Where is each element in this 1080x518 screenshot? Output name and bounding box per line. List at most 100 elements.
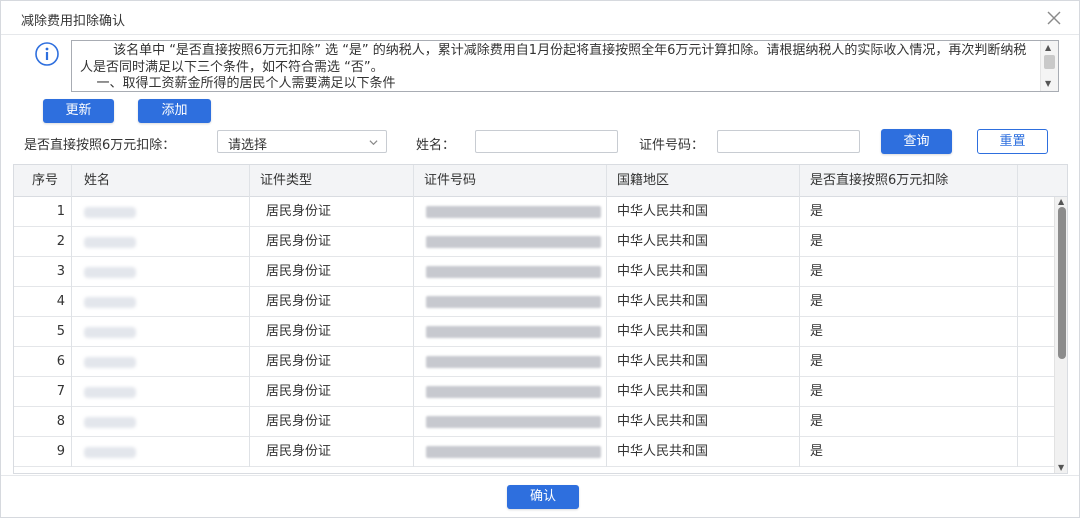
table-header: 序号 姓名 证件类型 证件号码 国籍地区 是否直接按照6万元扣除 [14, 165, 1067, 197]
masked-id-number [426, 326, 601, 338]
row-number: 9 [14, 437, 72, 467]
scroll-up-icon[interactable]: ▲ [1045, 43, 1051, 52]
row-id-number-masked [414, 257, 607, 287]
row-id-type: 居民身份证 [250, 377, 414, 407]
row-region: 中华人民共和国 [607, 347, 800, 377]
notice-textarea[interactable]: 该名单中 “是否直接按照6万元扣除” 选 “是” 的纳税人，累计减除费用自1月份… [71, 40, 1059, 92]
table-row[interactable]: 6 居民身份证 中华人民共和国是 [14, 347, 1054, 377]
direct-deduction-label: 是否直接按照6万元扣除： [24, 138, 176, 153]
reset-button[interactable]: 重置 [977, 129, 1048, 154]
table-scroll-thumb[interactable] [1058, 207, 1066, 359]
row-id-type: 居民身份证 [250, 287, 414, 317]
table-row[interactable]: 1 居民身份证 中华人民共和国是 [14, 197, 1054, 227]
row-id-type: 居民身份证 [250, 317, 414, 347]
notice-scroll-thumb[interactable] [1044, 55, 1055, 69]
column-header-region: 国籍地区 [607, 165, 800, 197]
row-id-number-masked [414, 227, 607, 257]
table-row[interactable]: 7 居民身份证 中华人民共和国是 [14, 377, 1054, 407]
row-number: 8 [14, 407, 72, 437]
table-row[interactable]: 3 居民身份证 中华人民共和国是 [14, 257, 1054, 287]
add-button[interactable]: 添加 [138, 99, 211, 123]
update-button[interactable]: 更新 [43, 99, 114, 123]
masked-id-number [426, 206, 601, 218]
direct-deduction-value: 请选择 [228, 138, 268, 153]
row-id-type: 居民身份证 [250, 437, 414, 467]
query-button[interactable]: 查询 [881, 129, 952, 154]
name-label: 姓名： [416, 138, 456, 153]
row-direct-deduction: 是 [800, 407, 1018, 437]
masked-name [84, 387, 136, 398]
row-id-number-masked [414, 347, 607, 377]
confirm-button[interactable]: 确认 [507, 485, 579, 509]
masked-id-number [426, 386, 601, 398]
row-id-number-masked [414, 317, 607, 347]
row-region: 中华人民共和国 [607, 287, 800, 317]
row-name-masked [72, 227, 250, 257]
row-direct-deduction: 是 [800, 197, 1018, 227]
column-header-direct-deduction: 是否直接按照6万元扣除 [800, 165, 1018, 197]
scroll-up-icon[interactable]: ▲ [1058, 197, 1064, 206]
column-header-id-number: 证件号码 [414, 165, 607, 197]
row-number: 6 [14, 347, 72, 377]
dialog-title: 减除费用扣除确认 [21, 14, 126, 29]
row-number: 2 [14, 227, 72, 257]
row-id-number-masked [414, 377, 607, 407]
row-direct-deduction: 是 [800, 377, 1018, 407]
row-direct-deduction: 是 [800, 347, 1018, 377]
column-header-name: 姓名 [72, 165, 250, 197]
direct-deduction-select[interactable]: 请选择 [217, 130, 387, 153]
table-row[interactable]: 4 居民身份证 中华人民共和国是 [14, 287, 1054, 317]
id-number-input[interactable] [717, 130, 860, 153]
row-direct-deduction: 是 [800, 317, 1018, 347]
row-name-masked [72, 347, 250, 377]
masked-id-number [426, 266, 601, 278]
row-id-number-masked [414, 287, 607, 317]
row-name-masked [72, 317, 250, 347]
row-number: 5 [14, 317, 72, 347]
table-row[interactable]: 2 居民身份证 中华人民共和国是 [14, 227, 1054, 257]
row-name-masked [72, 197, 250, 227]
row-number: 7 [14, 377, 72, 407]
row-number: 4 [14, 287, 72, 317]
table-row[interactable]: 5 居民身份证 中华人民共和国是 [14, 317, 1054, 347]
footer-divider [1, 475, 1079, 476]
table-row[interactable]: 9 居民身份证 中华人民共和国是 [14, 437, 1054, 467]
row-region: 中华人民共和国 [607, 377, 800, 407]
scroll-down-icon[interactable]: ▼ [1058, 463, 1064, 472]
row-name-masked [72, 287, 250, 317]
row-direct-deduction: 是 [800, 227, 1018, 257]
row-id-type: 居民身份证 [250, 407, 414, 437]
row-direct-deduction: 是 [800, 437, 1018, 467]
column-header-no: 序号 [14, 165, 72, 197]
table-row[interactable]: 8 居民身份证 中华人民共和国是 [14, 407, 1054, 437]
masked-id-number [426, 446, 601, 458]
masked-name [84, 357, 136, 368]
row-region: 中华人民共和国 [607, 407, 800, 437]
id-number-label: 证件号码： [639, 138, 705, 153]
masked-id-number [426, 416, 601, 428]
row-direct-deduction: 是 [800, 287, 1018, 317]
row-id-type: 居民身份证 [250, 227, 414, 257]
scroll-down-icon[interactable]: ▼ [1045, 79, 1051, 88]
masked-name [84, 447, 136, 458]
masked-id-number [426, 356, 601, 368]
column-header-id-type: 证件类型 [250, 165, 414, 197]
deduction-confirm-dialog: 减除费用扣除确认 该名单中 “是否直接按照6万元扣除” 选 “是” 的纳税人，累… [0, 0, 1080, 518]
row-region: 中华人民共和国 [607, 317, 800, 347]
row-id-number-masked [414, 437, 607, 467]
close-icon[interactable] [1045, 9, 1063, 27]
row-region: 中华人民共和国 [607, 257, 800, 287]
taxpayer-table: 序号 姓名 证件类型 证件号码 国籍地区 是否直接按照6万元扣除 1 居民身份证中… [13, 164, 1068, 474]
dialog-title-bar: 减除费用扣除确认 [1, 1, 1079, 35]
table-scrollbar[interactable]: ▲ ▼ [1054, 197, 1067, 473]
notice-scrollbar[interactable]: ▲ ▼ [1040, 41, 1058, 91]
row-name-masked [72, 377, 250, 407]
row-id-type: 居民身份证 [250, 347, 414, 377]
info-icon [35, 42, 59, 66]
masked-name [84, 327, 136, 338]
row-name-masked [72, 257, 250, 287]
row-region: 中华人民共和国 [607, 197, 800, 227]
name-input[interactable] [475, 130, 618, 153]
chevron-down-icon [369, 140, 378, 146]
masked-name [84, 237, 136, 248]
